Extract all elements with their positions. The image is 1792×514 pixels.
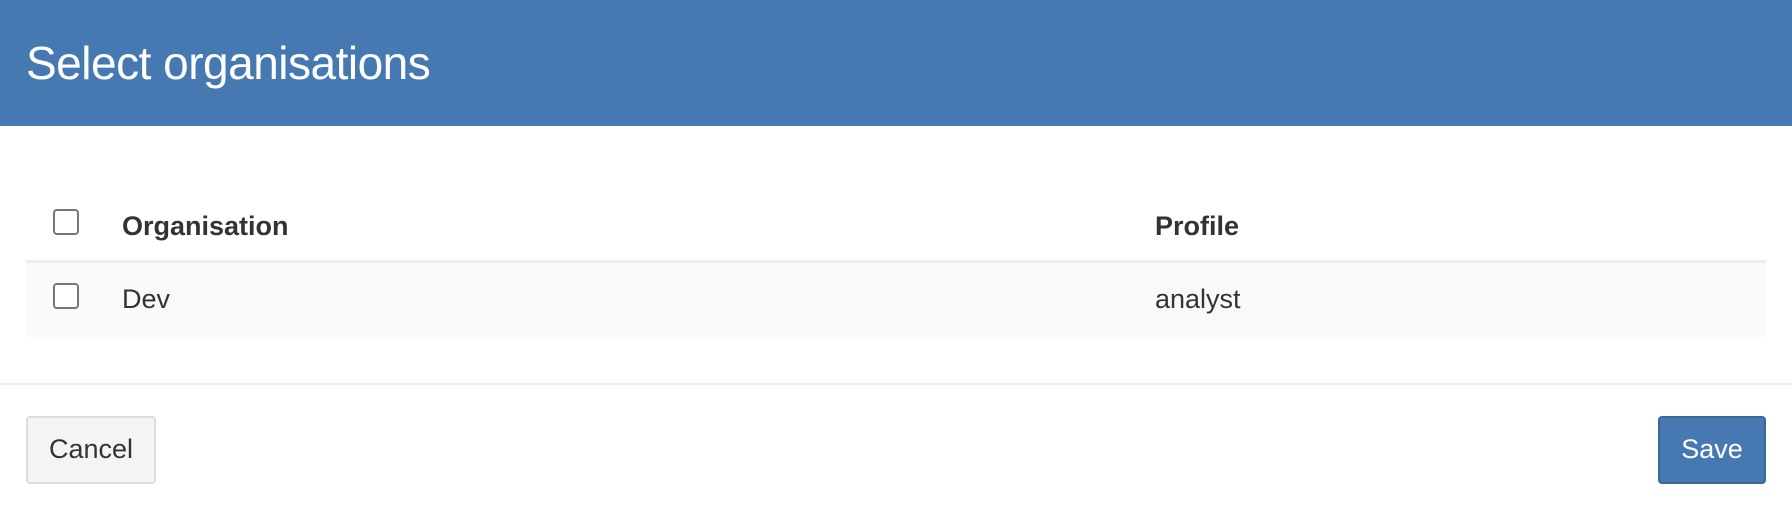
- row-checkbox[interactable]: [53, 283, 79, 310]
- organisation-cell: Dev: [122, 284, 171, 315]
- modal-footer: Cancel Save: [0, 385, 1792, 514]
- profile-cell: analyst: [1155, 284, 1241, 315]
- table-header: Organisation Profile: [26, 152, 1766, 263]
- select-organisations-modal: Select organisations Organisation Profil…: [0, 0, 1792, 514]
- organisation-column-header[interactable]: Organisation: [122, 152, 1155, 263]
- profile-column-header[interactable]: Profile: [1155, 152, 1766, 263]
- save-button[interactable]: Save: [1658, 415, 1766, 484]
- modal-title: Select organisations: [26, 37, 431, 89]
- modal-body: Organisation Profile Dev analyst: [0, 126, 1792, 385]
- table-row: Dev analyst: [26, 261, 1766, 337]
- select-all-cell: [26, 152, 122, 263]
- organisations-table: Organisation Profile Dev analyst: [26, 152, 1766, 337]
- row-check-cell: [26, 261, 122, 337]
- header-row: Organisation Profile: [26, 152, 1766, 263]
- select-all-checkbox[interactable]: [53, 208, 79, 235]
- table-body: Dev analyst: [26, 261, 1766, 337]
- modal-header: Select organisations: [0, 0, 1792, 126]
- cancel-button[interactable]: Cancel: [26, 415, 156, 484]
